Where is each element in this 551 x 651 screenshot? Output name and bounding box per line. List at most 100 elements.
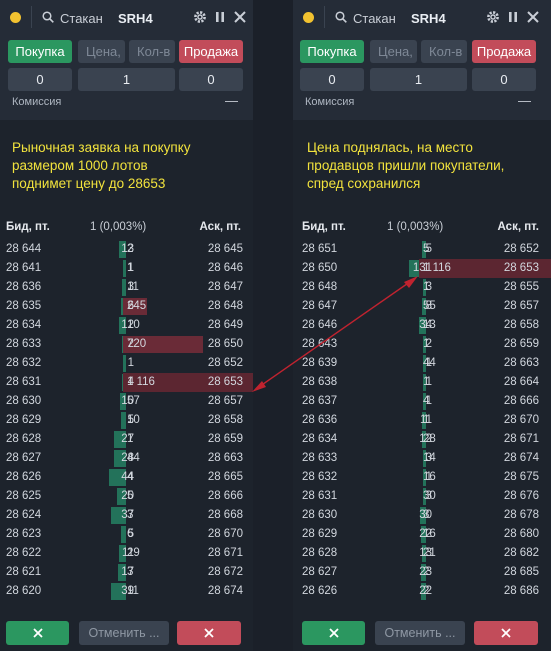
ask-quantity: 3	[127, 509, 134, 521]
bid-price: 28 644	[6, 243, 42, 255]
order-book-row[interactable]: 28 628 27 1 28 659	[0, 430, 253, 449]
cancel-orders-button[interactable]: Отменить ...	[79, 621, 169, 645]
ask-price: 28 664	[503, 376, 539, 388]
buy-volume-value: 0	[300, 68, 364, 91]
ask-quantity: 14	[423, 452, 436, 464]
order-book-row[interactable]: 28 644 13 2 28 645	[0, 240, 253, 259]
gear-icon[interactable]	[193, 10, 207, 24]
buy-market-button[interactable]	[6, 621, 69, 645]
order-book-row[interactable]: 28 638 1 1 28 664	[293, 373, 551, 392]
ticker-label[interactable]: SRH4	[411, 11, 446, 26]
quantity-input[interactable]: Кол-в	[129, 40, 175, 63]
ask-quantity: 16	[423, 471, 436, 483]
order-book-row[interactable]: 28 647 8 55 28 657	[293, 297, 551, 316]
quantity-input[interactable]: Кол-в	[421, 40, 467, 63]
bid-volume-bar	[121, 412, 126, 429]
order-book-row[interactable]: 28 620 39 11 28 674	[0, 582, 253, 601]
order-book-row[interactable]: 28 650 131 1 116 28 653	[293, 259, 551, 278]
search-icon[interactable]	[335, 11, 347, 23]
order-book-row[interactable]: 28 623 5 6 28 670	[0, 525, 253, 544]
buy-market-button[interactable]	[302, 621, 365, 645]
order-book-row[interactable]: 28 632 1 16 28 675	[293, 468, 551, 487]
bid-volume-bar	[123, 260, 126, 277]
order-book-row[interactable]: 28 651 5 5 28 652	[293, 240, 551, 259]
sell-button[interactable]: Продажа	[472, 40, 536, 63]
order-book-row[interactable]: 28 625 20 5 28 666	[0, 487, 253, 506]
ask-quantity: 2	[423, 585, 430, 597]
order-book-row[interactable]: 28 632 1 28 652	[0, 354, 253, 373]
ask-quantity: 55	[423, 300, 436, 312]
close-icon[interactable]	[526, 10, 540, 24]
order-book-row[interactable]: 28 636 3 11 28 647	[0, 278, 253, 297]
order-book-row[interactable]: 28 633 3 14 28 674	[293, 449, 551, 468]
order-book-row[interactable]: 28 627 23 2 28 685	[293, 563, 551, 582]
cancel-orders-button[interactable]: Отменить ...	[375, 621, 465, 645]
order-book-row[interactable]: 28 643 2 1 28 659	[293, 335, 551, 354]
order-book-row[interactable]: 28 636 11 1 28 670	[293, 411, 551, 430]
order-book-row[interactable]: 28 631 3 30 28 676	[293, 487, 551, 506]
order-book-row[interactable]: 28 622 11 29 28 671	[0, 544, 253, 563]
order-book-row[interactable]: 28 621 17 3 28 672	[0, 563, 253, 582]
ask-quantity: 1	[127, 433, 134, 445]
order-book-row[interactable]: 28 630 10 57 28 657	[0, 392, 253, 411]
search-icon[interactable]	[42, 11, 54, 23]
pause-icon[interactable]	[213, 10, 227, 24]
sell-market-button[interactable]	[474, 621, 538, 645]
close-icon[interactable]	[233, 10, 247, 24]
annotation-note: Цена поднялась, на место продавцов пришл…	[307, 139, 504, 193]
order-book-row[interactable]: 28 628 13 21 28 682	[293, 544, 551, 563]
order-book-row[interactable]: 28 627 28 44 28 663	[0, 449, 253, 468]
ask-price: 28 653	[503, 262, 539, 274]
order-book-row[interactable]: 28 624 37 3 28 668	[0, 506, 253, 525]
note-line: Цена поднялась, на место	[307, 140, 473, 155]
order-book-row[interactable]: 28 626 44 4 28 665	[0, 468, 253, 487]
price-input[interactable]: Цена,	[370, 40, 417, 63]
order-book-row[interactable]: 28 629 22 16 28 680	[293, 525, 551, 544]
order-book-row[interactable]: 28 646 34 13 28 658	[293, 316, 551, 335]
ask-quantity: 28	[423, 433, 436, 445]
order-book-row[interactable]: 28 637 1 4 28 666	[293, 392, 551, 411]
panel-footer: Отменить ...	[0, 614, 253, 651]
ask-quantity: 11	[127, 281, 139, 293]
gear-icon[interactable]	[486, 10, 500, 24]
ask-price: 28 653	[207, 376, 243, 388]
pause-icon[interactable]	[506, 10, 520, 24]
ask-price: 28 647	[207, 281, 243, 293]
quantity-value[interactable]: 1	[370, 68, 467, 91]
order-book-row[interactable]: 28 629 5 10 28 658	[0, 411, 253, 430]
order-book-row[interactable]: 28 626 22 2 28 686	[293, 582, 551, 601]
order-book-row[interactable]: 28 635 6 245 28 648	[0, 297, 253, 316]
bid-price: 28 634	[6, 319, 42, 331]
ask-quantity: 21	[423, 547, 436, 559]
bid-price: 28 633	[6, 338, 42, 350]
ask-quantity: 1	[423, 376, 430, 388]
order-book-row[interactable]: 28 631 4 1 116 28 653	[0, 373, 253, 392]
sell-market-button[interactable]	[177, 621, 241, 645]
buy-button[interactable]: Покупка	[300, 40, 364, 63]
order-book-row[interactable]: 28 634 12 10 28 649	[0, 316, 253, 335]
order-book-row[interactable]: 28 633 2 720 28 650	[0, 335, 253, 354]
ask-price: 28 665	[207, 471, 243, 483]
ticker-label[interactable]: SRH4	[118, 11, 153, 26]
ask-quantity: 6	[127, 528, 134, 540]
order-book-row[interactable]: 28 648 3 1 28 655	[293, 278, 551, 297]
ask-price: 28 671	[207, 547, 243, 559]
price-input[interactable]: Цена,	[78, 40, 125, 63]
order-book-row[interactable]: 28 630 30 3 28 678	[293, 506, 551, 525]
bid-price: 28 625	[6, 490, 42, 502]
quantity-value[interactable]: 1	[78, 68, 175, 91]
bid-price: 28 641	[6, 262, 42, 274]
color-group-dot[interactable]	[10, 12, 21, 23]
order-book-row[interactable]: 28 639 1 44 28 663	[293, 354, 551, 373]
order-book-row[interactable]: 28 641 1 1 28 646	[0, 259, 253, 278]
sell-button[interactable]: Продажа	[179, 40, 243, 63]
bid-price: 28 636	[302, 414, 338, 426]
ask-quantity: 1	[423, 281, 430, 293]
ask-price: 28 685	[503, 566, 539, 578]
color-group-dot[interactable]	[303, 12, 314, 23]
commission-value: —	[225, 93, 238, 108]
sell-volume-value: 0	[472, 68, 536, 91]
ask-quantity: 5	[127, 490, 134, 502]
buy-button[interactable]: Покупка	[8, 40, 72, 63]
order-book-row[interactable]: 28 634 12 28 28 671	[293, 430, 551, 449]
